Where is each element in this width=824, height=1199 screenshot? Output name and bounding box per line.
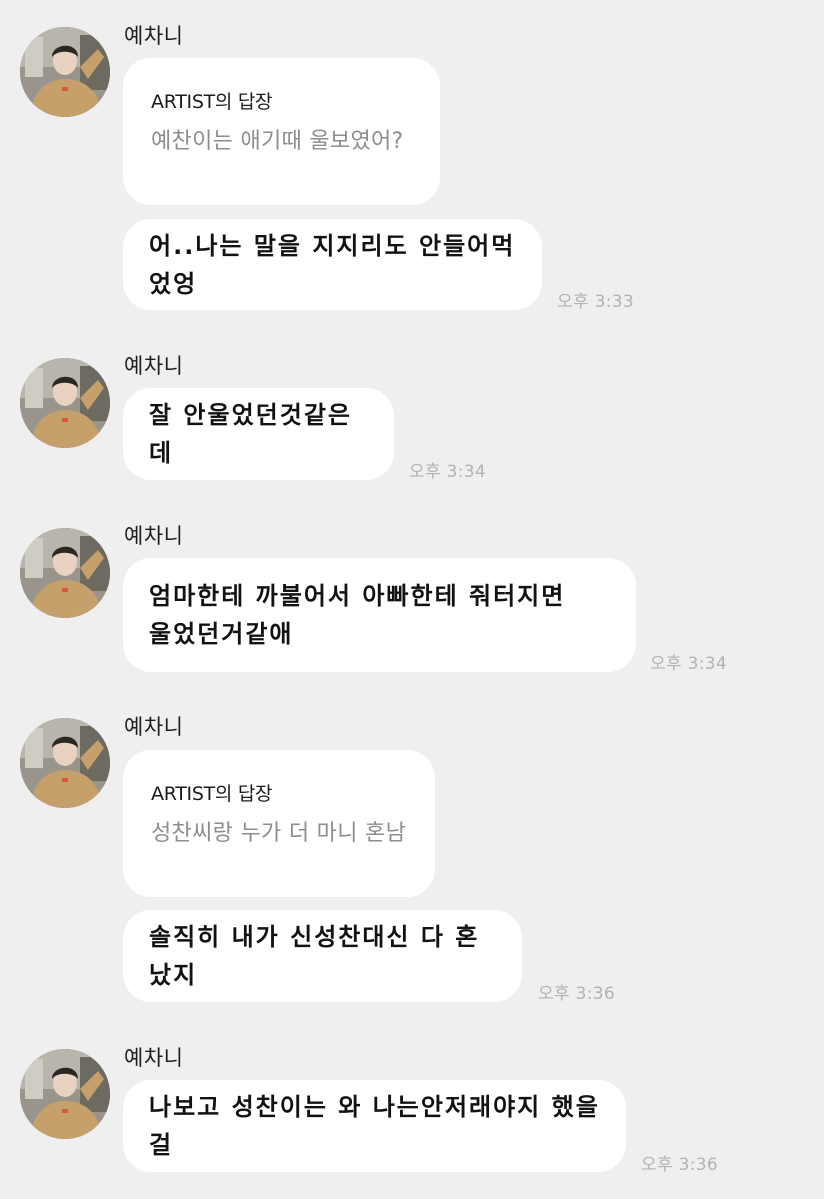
message-text: 잘 안울었던것같은데	[149, 401, 352, 467]
message-timestamp: 오후 3:36	[641, 1155, 718, 1175]
avatar-photo-icon	[20, 1049, 110, 1139]
avatar-photo-icon	[20, 528, 110, 618]
message-text: 엄마한테 까불어서 아빠한테 줘터지면 울었던거같애	[149, 582, 566, 648]
sender-avatar[interactable]	[20, 1049, 110, 1139]
reply-card[interactable]: ARTIST의 답장 성찬씨랑 누가 더 마니 혼남	[123, 750, 435, 897]
message-timestamp: 오후 3:34	[409, 462, 486, 482]
sender-avatar[interactable]	[20, 27, 110, 117]
message-timestamp: 오후 3:34	[650, 654, 727, 674]
message-bubble[interactable]: 솔직히 내가 신성찬대신 다 혼났지	[123, 910, 522, 1002]
sender-name: 예차니	[124, 1046, 184, 1070]
sender-avatar[interactable]	[20, 718, 110, 808]
reply-label: ARTIST의 답장	[151, 783, 273, 805]
message-timestamp: 오후 3:33	[557, 292, 634, 312]
sender-name: 예차니	[124, 354, 184, 378]
message-text: 솔직히 내가 신성찬대신 다 혼났지	[149, 923, 480, 989]
sender-name: 예차니	[124, 715, 184, 739]
message-timestamp: 오후 3:36	[538, 984, 615, 1004]
message-bubble[interactable]: 어..나는 말을 지지리도 안들어먹었엉	[123, 219, 542, 310]
reply-quote: 성찬씨랑 누가 더 마니 혼남	[151, 821, 407, 846]
reply-quote: 예찬이는 애기때 울보였어?	[151, 129, 404, 154]
avatar-photo-icon	[20, 358, 110, 448]
message-text: 나보고 성찬이는 와 나는안저래야지 했을걸	[149, 1093, 600, 1159]
avatar-photo-icon	[20, 718, 110, 808]
reply-card[interactable]: ARTIST의 답장 예찬이는 애기때 울보였어?	[123, 58, 440, 205]
message-text: 어..나는 말을 지지리도 안들어먹었엉	[149, 231, 516, 298]
message-bubble[interactable]: 잘 안울었던것같은데	[123, 388, 394, 480]
avatar-photo-icon	[20, 27, 110, 117]
reply-label: ARTIST의 답장	[151, 91, 273, 113]
message-bubble[interactable]: 나보고 성찬이는 와 나는안저래야지 했을걸	[123, 1080, 626, 1172]
sender-avatar[interactable]	[20, 528, 110, 618]
sender-avatar[interactable]	[20, 358, 110, 448]
sender-name: 예차니	[124, 524, 184, 548]
message-bubble[interactable]: 엄마한테 까불어서 아빠한테 줘터지면 울었던거같애	[123, 558, 636, 672]
sender-name: 예차니	[124, 24, 184, 48]
